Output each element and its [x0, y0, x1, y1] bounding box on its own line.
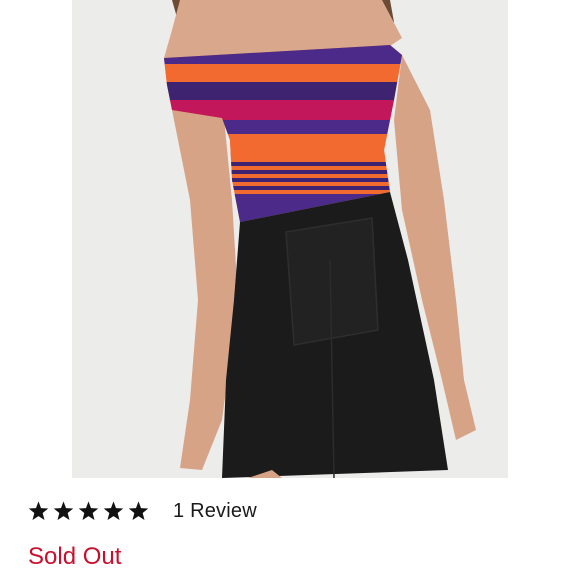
listing-page: 1 Review Sold Out [0, 0, 580, 580]
status-label: Sold Out [28, 543, 122, 570]
product-photo-illustration [164, 0, 476, 478]
star-icon [28, 501, 49, 521]
product-image[interactable] [72, 0, 508, 478]
star-icon [128, 501, 149, 521]
review-count-link[interactable]: 1 Review [173, 500, 257, 523]
star-icon [53, 501, 74, 521]
rating-row[interactable]: 1 Review [28, 498, 257, 524]
star-rating [28, 501, 149, 521]
star-icon [78, 501, 99, 521]
star-icon [103, 501, 124, 521]
